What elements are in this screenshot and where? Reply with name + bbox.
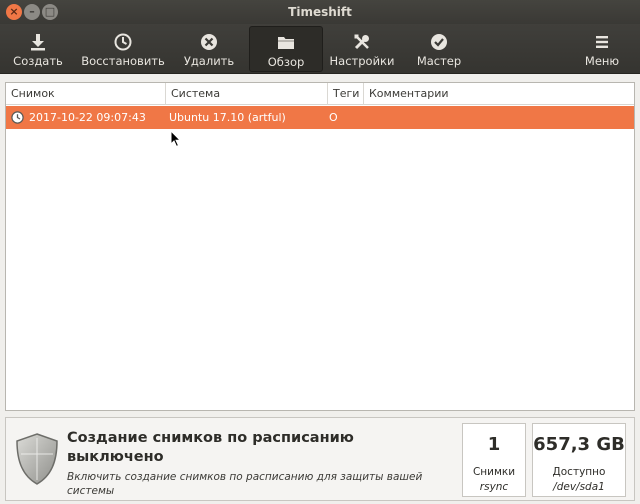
timeshift-window: × – □ Timeshift Создать Восстановить Уда… xyxy=(0,0,640,504)
status-panel: Создание снимков по расписанию выключено… xyxy=(5,417,635,501)
column-header-snapshot[interactable]: Снимок xyxy=(6,83,166,105)
snapshot-tags: O xyxy=(329,111,338,124)
snapshot-date: 2017-10-22 09:07:43 xyxy=(29,111,146,124)
table-row[interactable]: 2017-10-22 09:07:43 Ubuntu 17.10 (artful… xyxy=(6,106,634,129)
snapshot-clock-icon xyxy=(11,111,24,124)
create-button[interactable]: Создать xyxy=(6,26,70,72)
available-space-label: Доступно xyxy=(552,466,606,478)
snapshots-type: rsync xyxy=(479,481,509,493)
schedule-status-subtitle: Включить создание снимков по расписанию … xyxy=(67,471,423,497)
snapshots-label: Снимки xyxy=(472,466,516,478)
delete-label: Удалить xyxy=(183,54,235,68)
wizard-button[interactable]: Мастер xyxy=(408,26,470,72)
settings-label: Настройки xyxy=(329,54,395,68)
table-header: Снимок Система Теги Комментарии xyxy=(6,83,634,105)
mouse-pointer-icon xyxy=(170,130,182,148)
snapshots-count-box: 1 Снимки rsync xyxy=(462,423,526,497)
snapshot-list[interactable]: Снимок Система Теги Комментарии 2017-10-… xyxy=(5,82,635,411)
snapshots-count: 1 xyxy=(487,434,501,455)
title-bar: × – □ Timeshift xyxy=(0,0,640,24)
column-header-tags[interactable]: Теги xyxy=(328,83,364,105)
available-space-box: 657,3 GB Доступно /dev/sda1 xyxy=(532,423,626,497)
snapshot-system: Ubuntu 17.10 (artful) xyxy=(169,111,286,124)
menu-label: Меню xyxy=(584,54,620,68)
create-label: Создать xyxy=(13,54,63,68)
menu-button[interactable]: Меню xyxy=(578,26,626,72)
clock-icon xyxy=(114,33,132,51)
hamburger-icon xyxy=(596,36,608,48)
toolbar: Создать Восстановить Удалить Обзор Настр… xyxy=(0,24,640,74)
available-space-value: 657,3 GB xyxy=(533,434,625,455)
settings-button[interactable]: Настройки xyxy=(328,26,396,72)
restore-button[interactable]: Восстановить xyxy=(80,26,166,72)
window-title: Timeshift xyxy=(288,5,352,19)
folder-icon xyxy=(278,37,294,49)
check-icon xyxy=(431,34,447,50)
shield-icon xyxy=(16,433,58,485)
restore-label: Восстановить xyxy=(81,54,165,68)
browse-button[interactable]: Обзор xyxy=(249,26,323,72)
column-header-comments[interactable]: Комментарии xyxy=(364,83,634,105)
column-header-system[interactable]: Система xyxy=(166,83,328,105)
schedule-status-title: Создание снимков по расписанию выключено xyxy=(67,430,354,465)
delete-icon xyxy=(201,34,217,50)
available-device: /dev/sda1 xyxy=(553,481,605,493)
browse-label: Обзор xyxy=(267,55,305,69)
download-icon xyxy=(31,34,45,51)
tools-icon xyxy=(354,34,369,50)
delete-button[interactable]: Удалить xyxy=(178,26,240,72)
wizard-label: Мастер xyxy=(416,54,462,68)
